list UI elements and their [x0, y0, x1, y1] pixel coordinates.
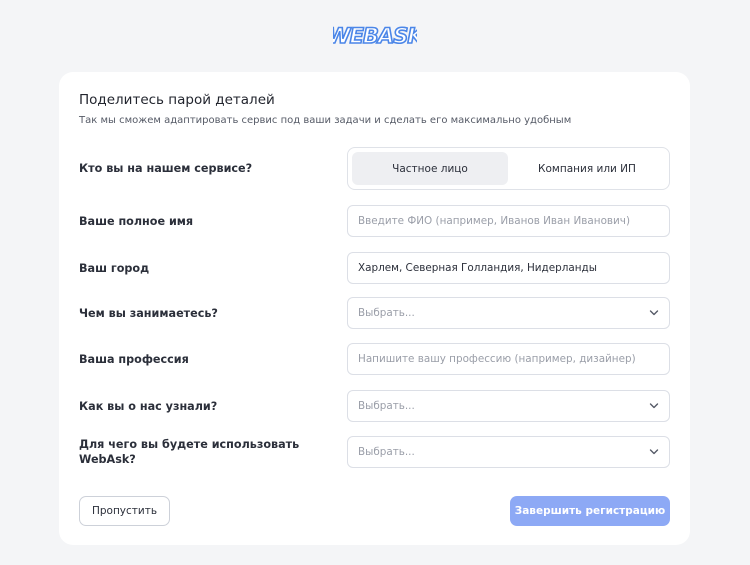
city-input[interactable]: Харлем, Северная Голландия, Нидерланды — [347, 252, 670, 284]
chevron-down-icon — [649, 449, 659, 455]
purpose-label-line1: Для чего вы будете использовать — [79, 438, 300, 451]
chevron-down-icon — [649, 310, 659, 316]
purpose-select[interactable]: Выбрать... — [347, 436, 670, 468]
profession-input[interactable]: Напишите вашу профессию (например, дизай… — [347, 343, 670, 375]
webask-logo[interactable]: WEBASK — [333, 20, 417, 50]
profession-label: Ваша профессия — [79, 353, 189, 366]
city-value: Харлем, Северная Голландия, Нидерланды — [358, 262, 597, 274]
profession-placeholder: Напишите вашу профессию (например, дизай… — [358, 353, 636, 365]
chevron-down-icon — [649, 403, 659, 409]
purpose-label: Для чего вы будете использовать WebAsk? — [79, 437, 309, 467]
registration-card: Поделитесь парой деталей Так мы сможем а… — [59, 72, 690, 545]
option-company[interactable]: Компания или ИП — [509, 152, 665, 185]
source-label: Как вы о нас узнали? — [79, 400, 218, 413]
purpose-placeholder: Выбрать... — [358, 446, 415, 458]
skip-button[interactable]: Пропустить — [79, 496, 170, 526]
form-title: Поделитесь парой деталей — [79, 92, 275, 108]
occupation-placeholder: Выбрать... — [358, 307, 415, 319]
occupation-select[interactable]: Выбрать... — [347, 297, 670, 329]
full-name-input[interactable]: Введите ФИО (например, Иванов Иван Ивано… — [347, 205, 670, 237]
full-name-label: Ваше полное имя — [79, 215, 194, 228]
who-label: Кто вы на нашем сервисе? — [79, 162, 253, 175]
source-placeholder: Выбрать... — [358, 400, 415, 412]
finish-registration-button[interactable]: Завершить регистрацию — [510, 496, 670, 526]
full-name-placeholder: Введите ФИО (например, Иванов Иван Ивано… — [358, 215, 631, 227]
form-subtitle: Так мы сможем адаптировать сервис под ва… — [79, 115, 572, 126]
purpose-label-line2: WebAsk? — [79, 453, 136, 466]
occupation-label: Чем вы занимаетесь? — [79, 307, 218, 320]
city-label: Ваш город — [79, 262, 150, 275]
source-select[interactable]: Выбрать... — [347, 390, 670, 422]
logo-mark: WEBASK — [333, 23, 417, 49]
option-private-person[interactable]: Частное лицо — [352, 152, 508, 185]
logo-text: WEBASK — [333, 24, 417, 48]
account-type-toggle: Частное лицо Компания или ИП — [347, 147, 670, 190]
